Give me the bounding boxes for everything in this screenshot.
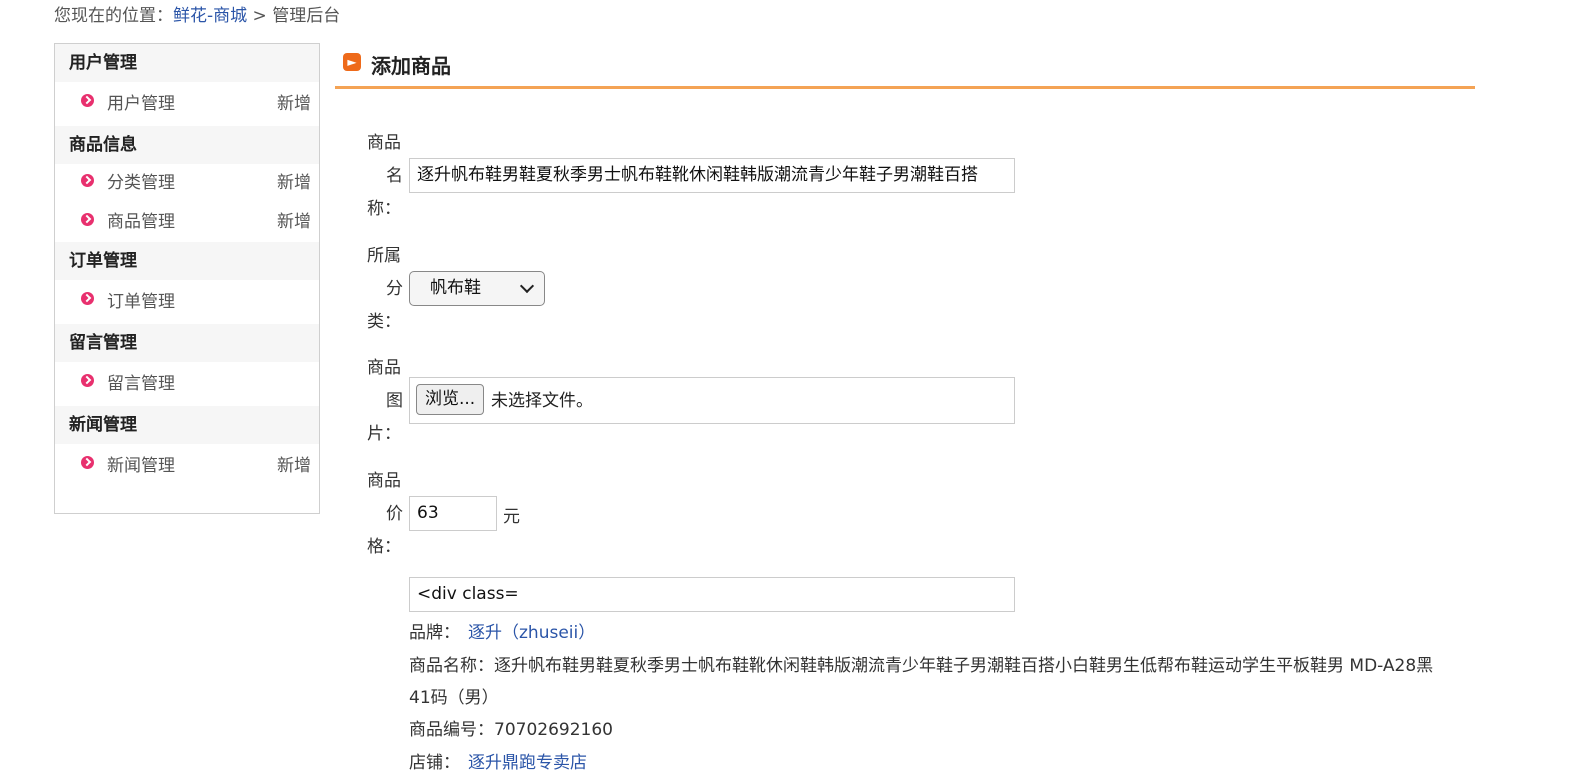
sidebar-item-label[interactable]: 留言管理 [107, 374, 175, 394]
sidebar-group-news: 新闻管理 [55, 406, 319, 444]
sidebar-group-goods: 商品信息 [55, 126, 319, 164]
detail-brand: 品牌： 逐升（zhuseii） [409, 623, 596, 643]
page-title: ► 添加商品 [343, 50, 451, 79]
sidebar-item-goods-management[interactable]: 商品管理 新增 [55, 203, 319, 242]
breadcrumb-prefix: 您现在的位置： [54, 6, 173, 26]
arrow-bullet-icon [81, 456, 94, 469]
title-divider [335, 86, 1475, 89]
sidebar-group-users: 用户管理 [55, 44, 319, 82]
sidebar-item-label[interactable]: 分类管理 [107, 173, 175, 193]
category-select[interactable]: 帆布鞋 [409, 271, 545, 306]
sidebar: 用户管理 用户管理 新增 商品信息 分类管理 新增 商品管理 新增 订单管理 订… [54, 43, 320, 514]
page-title-text: 添加商品 [371, 54, 451, 78]
goods-name-label: 商品 名 称： [367, 133, 403, 219]
arrow-bullet-icon [81, 292, 94, 305]
sidebar-item-order-management[interactable]: 订单管理 [55, 280, 319, 324]
breadcrumb-home-link[interactable]: 鲜花-商城 [173, 6, 247, 26]
category-label: 所属 分 类： [367, 246, 403, 332]
sidebar-add-goods-link[interactable]: 新增 [277, 203, 311, 242]
breadcrumb-current: 管理后台 [272, 6, 341, 26]
breadcrumb: 您现在的位置：鲜花-商城 > 管理后台 [54, 1, 340, 26]
goods-image-label: 商品 图 片： [367, 358, 403, 444]
shop-link[interactable]: 逐升鼎跑专卖店 [468, 753, 587, 773]
sidebar-item-category-management[interactable]: 分类管理 新增 [55, 164, 319, 203]
goods-name-input[interactable]: 逐升帆布鞋男鞋夏秋季男士帆布鞋靴休闲鞋韩版潮流青少年鞋子男潮鞋百搭 [409, 158, 1015, 193]
goods-image-file-input[interactable]: 浏览... 未选择文件。 [409, 377, 1015, 424]
arrow-bullet-icon [81, 212, 94, 226]
sidebar-add-news-link[interactable]: 新增 [277, 444, 311, 488]
price-unit: 元 [503, 507, 520, 527]
sidebar-item-label[interactable]: 新闻管理 [107, 456, 175, 476]
sidebar-group-orders: 订单管理 [55, 242, 319, 280]
browse-button[interactable]: 浏览... [416, 384, 485, 415]
arrow-bullet-icon [81, 374, 94, 387]
detail-shop: 店铺： 逐升鼎跑专卖店 [409, 753, 587, 773]
arrow-bullet-icon [81, 173, 94, 187]
detail-product-name: 商品名称：逐升帆布鞋男鞋夏秋季男士帆布鞋靴休闲鞋韩版潮流青少年鞋子男潮鞋百搭小白… [409, 656, 1434, 676]
brand-link[interactable]: 逐升（zhuseii） [468, 623, 595, 643]
detail-sku: 商品编号：70702692160 [409, 720, 613, 740]
sidebar-group-messages: 留言管理 [55, 324, 319, 362]
detail-size: 41码（男） [409, 688, 499, 708]
sidebar-add-user-link[interactable]: 新增 [277, 82, 311, 126]
price-label: 商品 价 格： [367, 471, 403, 557]
chevron-down-icon [519, 278, 535, 294]
arrow-bullet-icon [81, 94, 94, 107]
sidebar-item-label[interactable]: 商品管理 [107, 212, 175, 232]
category-selected-value: 帆布鞋 [430, 278, 481, 298]
breadcrumb-separator: > [247, 6, 273, 26]
no-file-text: 未选择文件。 [491, 391, 593, 411]
arrow-right-icon: ► [343, 53, 361, 71]
description-input[interactable]: <div class= [409, 577, 1015, 612]
sidebar-add-category-link[interactable]: 新增 [277, 164, 311, 203]
sidebar-item-message-management[interactable]: 留言管理 [55, 362, 319, 406]
sidebar-item-label[interactable]: 订单管理 [107, 292, 175, 312]
sidebar-item-news-management[interactable]: 新闻管理 新增 [55, 444, 319, 488]
price-input[interactable]: 63 [409, 496, 497, 531]
sidebar-item-user-management[interactable]: 用户管理 新增 [55, 82, 319, 126]
sidebar-item-label[interactable]: 用户管理 [107, 94, 175, 114]
